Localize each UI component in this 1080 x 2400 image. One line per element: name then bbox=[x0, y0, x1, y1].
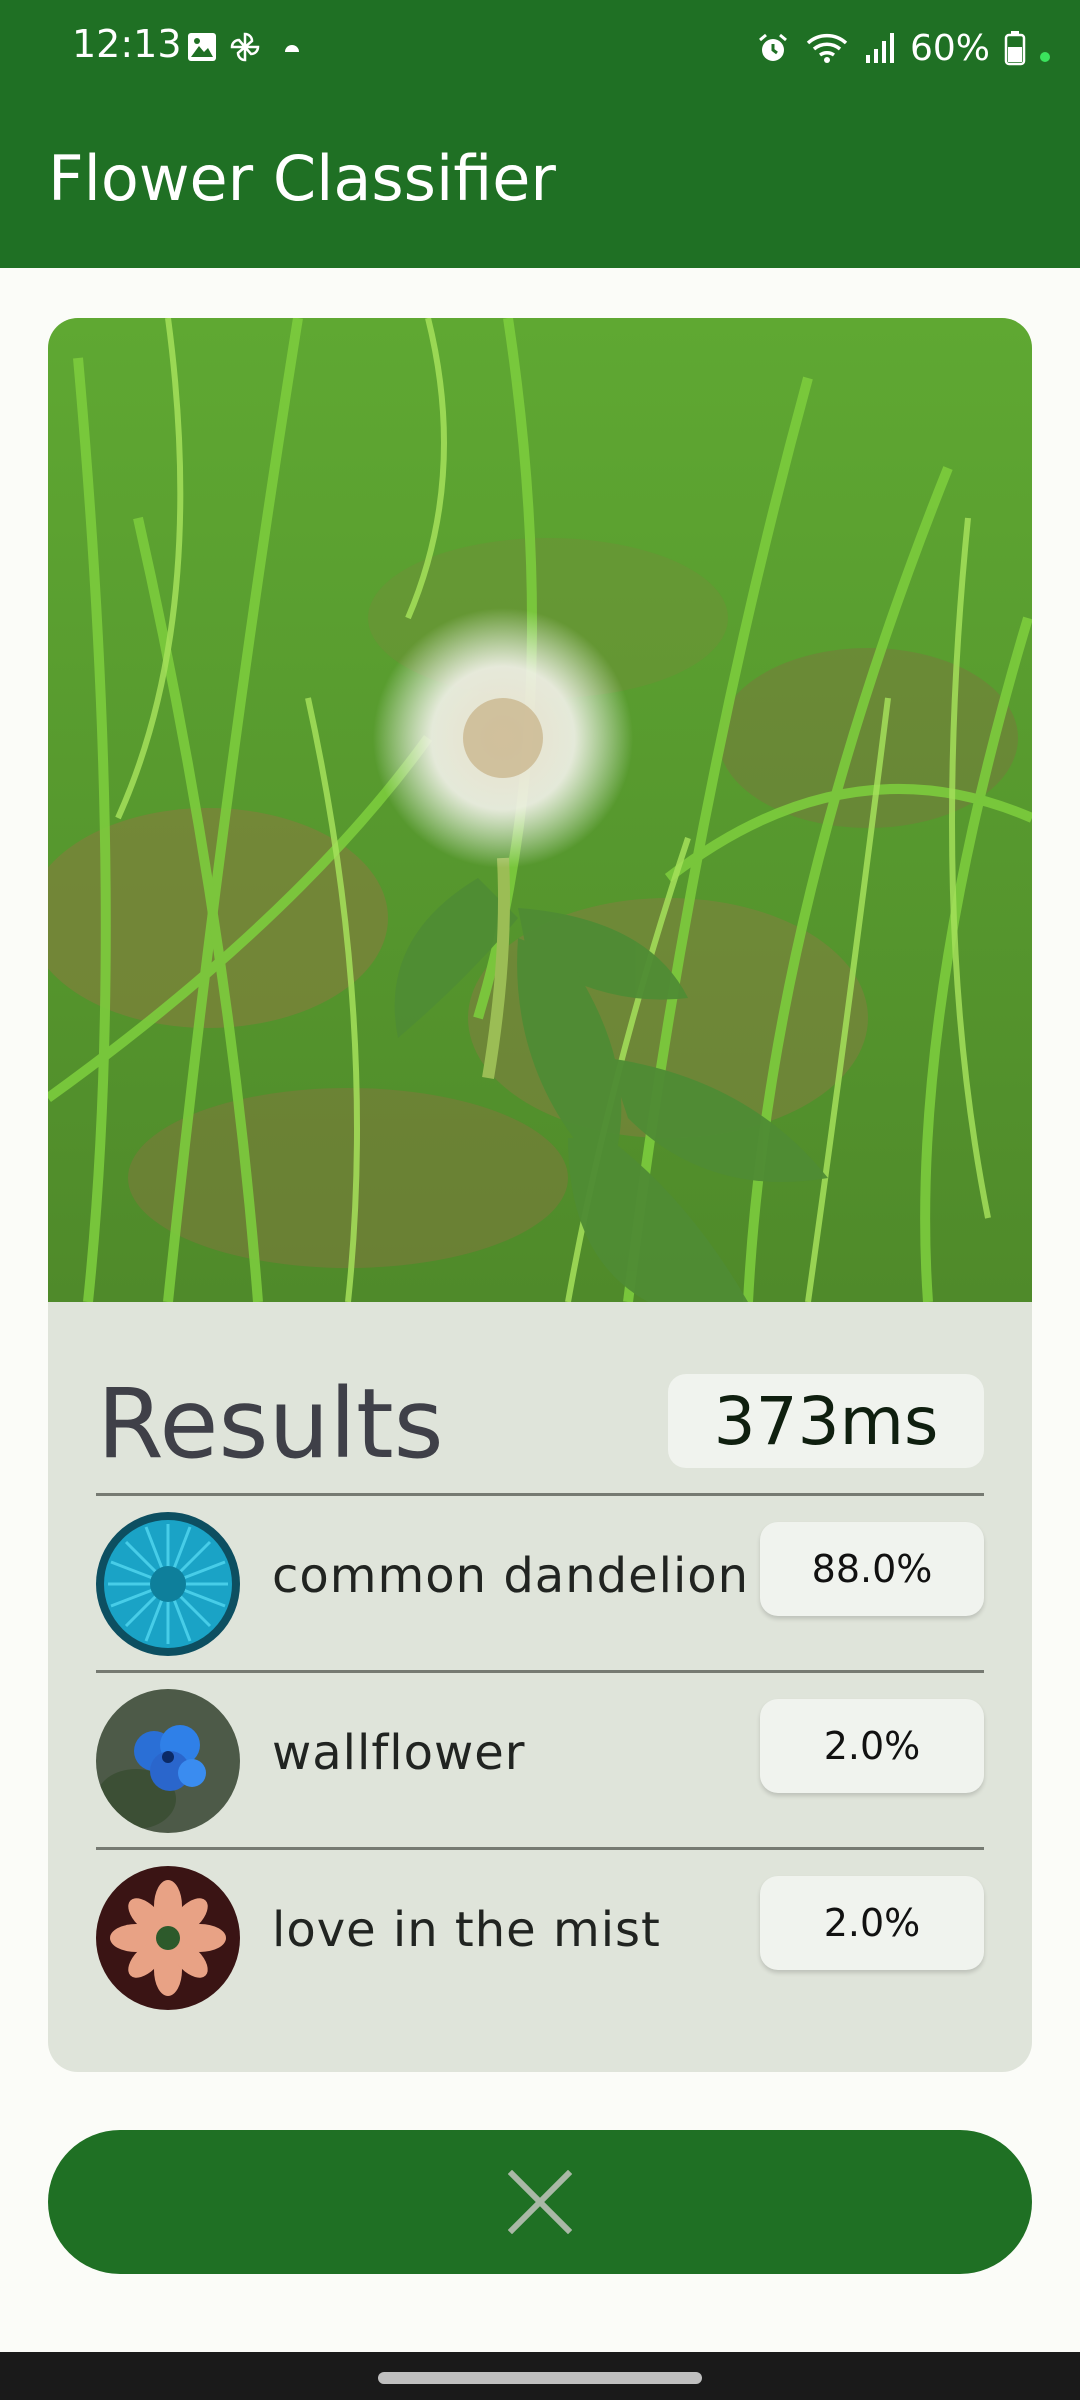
pinwheel-icon bbox=[230, 32, 260, 62]
result-row: wallflower 2.0% bbox=[96, 1673, 984, 1843]
app-title: Flower Classifier bbox=[48, 142, 556, 215]
result-row: love in the mist 2.0% bbox=[96, 1850, 984, 2020]
signal-icon bbox=[865, 33, 894, 63]
result-score: 2.0% bbox=[760, 1876, 984, 1970]
captured-photo bbox=[48, 318, 1032, 1302]
result-label: common dandelion bbox=[272, 1548, 750, 1604]
status-bar: 12:13 60% bbox=[0, 0, 1080, 96]
result-thumbnail bbox=[96, 1689, 240, 1833]
image-icon bbox=[188, 33, 216, 61]
navigation-bar bbox=[0, 2352, 1080, 2400]
privacy-indicator-dot bbox=[1040, 52, 1050, 62]
result-label: love in the mist bbox=[272, 1902, 661, 1958]
inference-time-chip: 373ms bbox=[668, 1374, 984, 1468]
app-bar: Flower Classifier bbox=[0, 96, 1080, 268]
status-time: 12:13 bbox=[72, 22, 182, 66]
close-button[interactable] bbox=[48, 2130, 1032, 2274]
battery-percentage: 60% bbox=[909, 27, 990, 69]
android-icon bbox=[285, 45, 299, 52]
result-thumbnail bbox=[96, 1512, 240, 1656]
result-label: wallflower bbox=[272, 1725, 526, 1781]
results-title: Results bbox=[97, 1368, 444, 1480]
battery-icon bbox=[1004, 31, 1026, 66]
status-right: 60% bbox=[756, 22, 1050, 74]
result-row: common dandelion 88.0% bbox=[96, 1496, 984, 1666]
wifi-icon bbox=[806, 33, 848, 63]
result-score: 2.0% bbox=[760, 1699, 984, 1793]
alarm-icon bbox=[759, 33, 787, 61]
home-gesture-handle[interactable] bbox=[378, 2372, 702, 2384]
result-score: 88.0% bbox=[760, 1522, 984, 1616]
result-thumbnail bbox=[96, 1866, 240, 2010]
close-icon bbox=[508, 2170, 572, 2234]
classification-card: Results 373ms common dandelion 88.0% wal… bbox=[48, 318, 1032, 2072]
